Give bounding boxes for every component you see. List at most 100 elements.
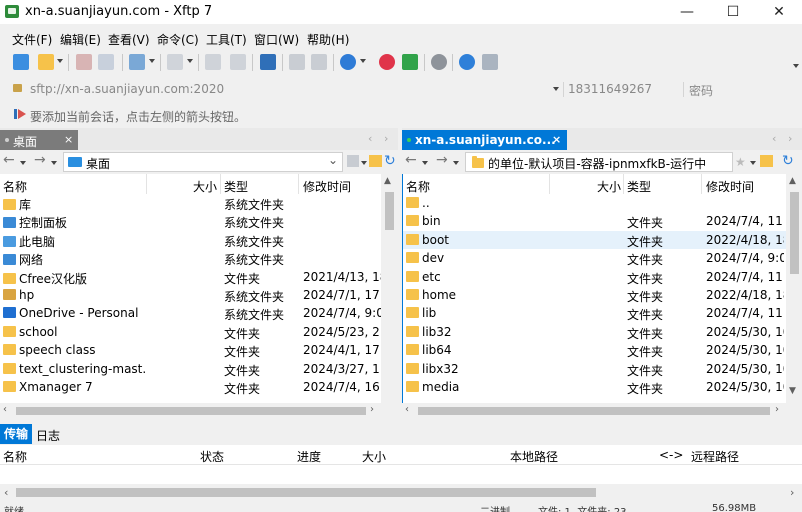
view-icon[interactable]	[167, 54, 183, 70]
col-type[interactable]: 类型	[627, 178, 651, 195]
table-row[interactable]: Cfree汉化版 文件夹 2021/4/13, 18	[0, 268, 398, 286]
chevron-down-icon[interactable]: ⌄	[328, 153, 338, 167]
tab-close-icon[interactable]: ×	[64, 133, 73, 146]
scroll-up-icon[interactable]: ▲	[384, 176, 391, 186]
col-name[interactable]: 名称	[3, 178, 27, 195]
new-dropdown-icon[interactable]	[149, 59, 155, 63]
tab-log[interactable]: 日志	[36, 427, 60, 444]
refresh-icon[interactable]: ↻	[384, 153, 396, 169]
col-remote-path[interactable]: 远程路径	[691, 448, 739, 465]
column-divider[interactable]	[701, 174, 702, 194]
col-name[interactable]: 名称	[406, 178, 430, 195]
col-size[interactable]: 大小	[362, 448, 386, 465]
tab-next-icon[interactable]: ›	[384, 132, 388, 145]
scroll-down-icon[interactable]: ▼	[789, 386, 796, 396]
properties-icon[interactable]	[205, 54, 221, 70]
scroll-up-icon[interactable]: ▲	[789, 176, 796, 186]
globe-icon[interactable]	[340, 54, 356, 70]
col-direction[interactable]: <->	[659, 448, 683, 462]
table-row[interactable]: Xmanager 7 文件夹 2024/7/4, 16:	[0, 378, 398, 396]
add-session-arrow-icon[interactable]	[13, 108, 27, 120]
local-file-list[interactable]: 名称 大小 类型 修改时间 库系统文件夹 控制面板 系统文件夹 此电脑 系统文件夹 网络系…	[0, 174, 398, 403]
right-path-combobox[interactable]: 的单位-默认项目-容器-ipnmxfkB-运行中	[465, 152, 733, 172]
host-address-input[interactable]: sftp://xn-a.suanjiayun.com:2020	[30, 82, 224, 96]
home-folder-icon[interactable]	[369, 155, 382, 167]
table-row[interactable]: lib64 文件夹 2024/5/30, 10	[403, 341, 802, 359]
scrollbar-thumb[interactable]	[418, 407, 770, 415]
close-button[interactable]: ✕	[756, 0, 802, 24]
disconnect-icon[interactable]	[98, 54, 114, 70]
table-row[interactable]: home 文件夹 2022/4/18, 18	[403, 286, 802, 304]
gear-icon[interactable]	[431, 54, 447, 70]
table-row[interactable]: media 文件夹 2024/5/30, 10	[403, 378, 802, 396]
scroll-right-icon[interactable]: ›	[790, 486, 794, 499]
password-input[interactable]: 密码	[689, 82, 713, 99]
forward-icon[interactable]: →	[436, 152, 448, 168]
table-row[interactable]: ..	[403, 194, 802, 212]
connect-icon[interactable]	[76, 54, 92, 70]
new-session-icon[interactable]	[13, 54, 29, 70]
globe-dropdown-icon[interactable]	[360, 59, 366, 63]
paste-icon[interactable]	[311, 54, 327, 70]
table-row[interactable]: school 文件夹 2024/5/23, 2	[0, 323, 398, 341]
xftp-icon[interactable]	[402, 54, 418, 70]
col-type[interactable]: 类型	[224, 178, 248, 195]
tab-prev-icon[interactable]: ‹	[368, 132, 372, 145]
delete-icon[interactable]	[230, 54, 246, 70]
tab-desktop[interactable]: 桌面 ×	[0, 130, 78, 150]
help-icon[interactable]	[459, 54, 475, 70]
minimize-button[interactable]: —	[664, 0, 710, 24]
col-name[interactable]: 名称	[3, 448, 27, 465]
scrollbar-thumb[interactable]	[16, 488, 596, 497]
refresh-icon[interactable]: ↻	[782, 153, 794, 169]
table-row[interactable]: 此电脑 系统文件夹	[0, 231, 398, 249]
table-row[interactable]: 控制面板 系统文件夹	[0, 212, 398, 230]
table-row[interactable]: 网络 系统文件夹	[0, 249, 398, 267]
back-icon[interactable]: ←	[405, 152, 417, 168]
menu-window[interactable]: 窗口(W)	[254, 31, 299, 48]
table-row[interactable]: bin 文件夹 2024/7/4, 11:5	[403, 212, 802, 230]
forward-icon[interactable]: →	[34, 152, 46, 168]
home-folder-icon[interactable]	[760, 155, 773, 167]
column-divider[interactable]	[623, 174, 624, 194]
col-size[interactable]: 大小	[193, 178, 217, 195]
open-folder-icon[interactable]	[38, 54, 54, 70]
column-divider[interactable]	[298, 174, 299, 194]
scroll-right-icon[interactable]: ›	[775, 404, 779, 415]
view-toggle-icon[interactable]	[347, 155, 359, 167]
tab-close-icon[interactable]: ×	[552, 133, 561, 146]
username-input[interactable]: 18311649267	[568, 82, 652, 96]
toolbar-overflow-icon[interactable]	[793, 64, 799, 68]
open-dropdown-icon[interactable]	[57, 59, 63, 63]
tab-next-icon[interactable]: ›	[788, 132, 792, 145]
forward-dropdown-icon[interactable]	[51, 161, 57, 165]
bookmark-star-icon[interactable]: ★	[735, 155, 746, 169]
left-path-combobox[interactable]: 桌面 ⌄	[63, 152, 343, 172]
scrollbar-thumb[interactable]	[790, 192, 799, 274]
copy-icon[interactable]	[289, 54, 305, 70]
col-local-path[interactable]: 本地路径	[510, 448, 558, 465]
table-row[interactable]: lib 文件夹 2024/7/4, 11:5	[403, 304, 802, 322]
back-dropdown-icon[interactable]	[422, 161, 428, 165]
view-dropdown-icon[interactable]	[187, 59, 193, 63]
col-progress[interactable]: 进度	[297, 448, 321, 465]
address-dropdown-icon[interactable]	[553, 87, 559, 91]
table-row[interactable]: libx32 文件夹 2024/5/30, 10	[403, 360, 802, 378]
table-row[interactable]: OneDrive - Personal 系统文件夹 2024/7/4, 9:0	[0, 304, 398, 322]
table-row[interactable]: text_clustering-mast... 文件夹 2024/3/27, 1!	[0, 360, 398, 378]
col-size[interactable]: 大小	[597, 178, 621, 195]
tab-prev-icon[interactable]: ‹	[772, 132, 776, 145]
view-dropdown-icon[interactable]	[361, 161, 367, 165]
transfer-horizontal-scrollbar[interactable]: ‹ ›	[0, 484, 802, 501]
table-row[interactable]: speech class 文件夹 2024/4/1, 17:	[0, 341, 398, 359]
menu-tools[interactable]: 工具(T)	[206, 31, 247, 48]
comment-icon[interactable]	[482, 54, 498, 70]
col-modified[interactable]: 修改时间	[303, 178, 351, 195]
right-vertical-scrollbar[interactable]: ▲ ▼	[786, 174, 802, 403]
tab-remote-session[interactable]: xn-a.suanjiayun.co... ×	[402, 130, 567, 150]
tab-transfer[interactable]: 传输	[0, 424, 32, 444]
menu-edit[interactable]: 编辑(E)	[60, 31, 101, 48]
xshell-icon[interactable]	[379, 54, 395, 70]
new-folder-icon[interactable]	[129, 54, 145, 70]
table-row[interactable]: dev 文件夹 2024/7/4, 9:06	[403, 249, 802, 267]
